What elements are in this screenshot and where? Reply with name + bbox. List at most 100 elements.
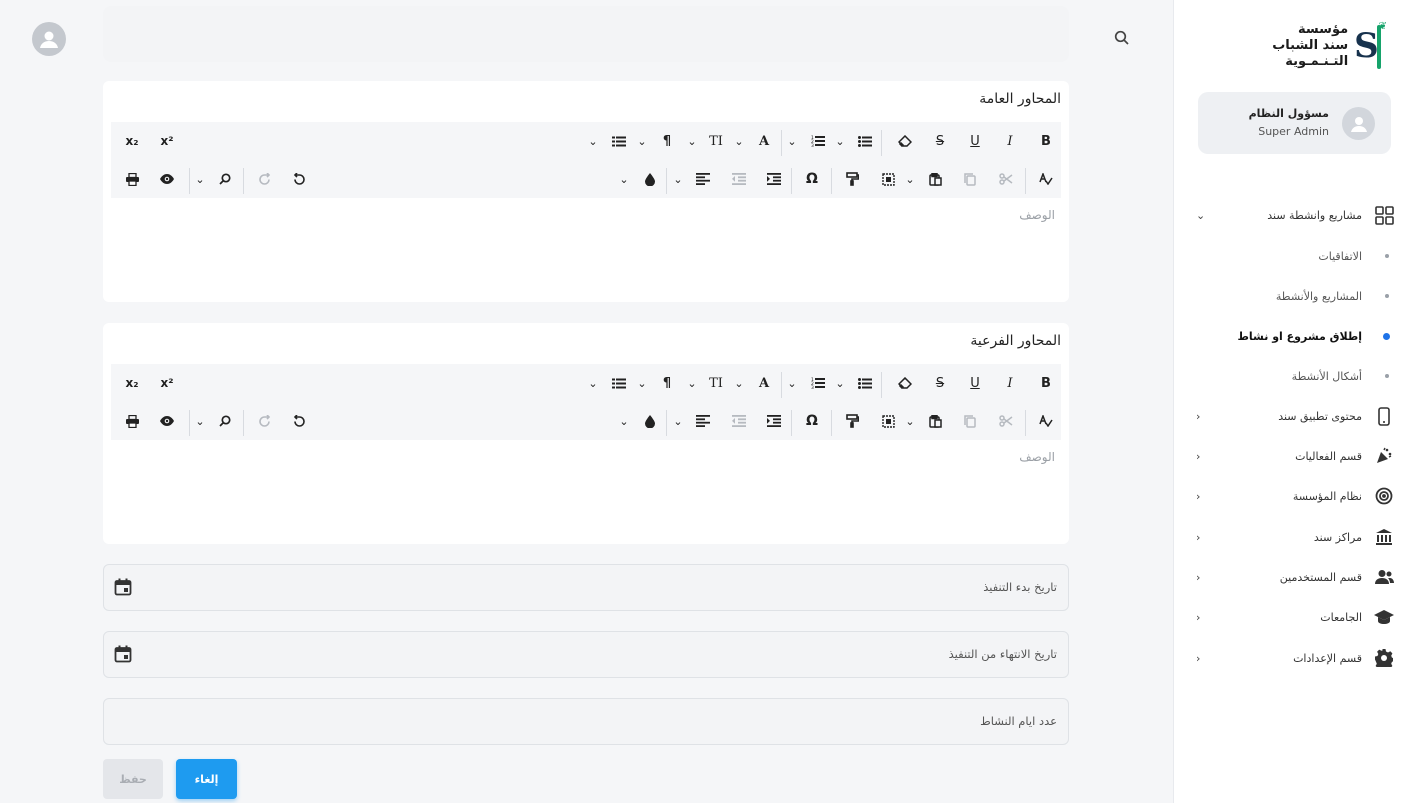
- chevron-down-icon[interactable]: ⌄: [903, 165, 917, 193]
- underline-button[interactable]: U: [964, 369, 986, 397]
- brand-logo[interactable]: مؤسسة سند الشباب التـنـمـوية ❦ S: [1267, 18, 1387, 74]
- sub-item-agreements[interactable]: الاتفاقيات: [1174, 243, 1407, 269]
- paste-icon[interactable]: [924, 165, 946, 193]
- editor-content-area[interactable]: الوصف: [111, 198, 1061, 294]
- find-icon[interactable]: [214, 407, 236, 435]
- chevron-down-icon[interactable]: ⌄: [635, 127, 649, 155]
- special-char-button[interactable]: Ω: [801, 165, 823, 193]
- chevron-down-icon[interactable]: ⌄: [671, 407, 685, 435]
- align-icon[interactable]: [692, 165, 714, 193]
- chevron-down-icon[interactable]: ⌄: [617, 165, 631, 193]
- line-height-icon[interactable]: [608, 369, 630, 397]
- outdent-icon[interactable]: [728, 165, 750, 193]
- spellcheck-icon[interactable]: [1035, 165, 1057, 193]
- format-painter-icon[interactable]: [841, 407, 863, 435]
- paragraph-button[interactable]: ¶: [656, 127, 678, 155]
- subscript-button[interactable]: x₂: [121, 369, 143, 397]
- sub-item-activity-types[interactable]: أشكال الأنشطة: [1174, 363, 1407, 389]
- nav-users[interactable]: قسم المستخدمين ›: [1174, 562, 1407, 592]
- bullet-list-icon[interactable]: [854, 127, 876, 155]
- font-size-button[interactable]: TI: [705, 369, 727, 397]
- chevron-down-icon[interactable]: ⌄: [685, 369, 699, 397]
- cut-icon[interactable]: [995, 165, 1017, 193]
- find-icon[interactable]: [214, 165, 236, 193]
- cut-icon[interactable]: [995, 407, 1017, 435]
- cancel-button[interactable]: إلغاء: [176, 759, 237, 799]
- underline-button[interactable]: U: [964, 127, 986, 155]
- nav-centers[interactable]: مراكز سند ›: [1174, 522, 1407, 552]
- chevron-down-icon[interactable]: ⌄: [635, 369, 649, 397]
- copy-icon[interactable]: [959, 407, 981, 435]
- nav-settings[interactable]: قسم الإعدادات ›: [1174, 643, 1407, 673]
- calendar-icon[interactable]: [114, 578, 132, 596]
- chevron-down-icon[interactable]: ⌄: [586, 127, 600, 155]
- search-icon[interactable]: [1114, 30, 1132, 48]
- select-all-icon[interactable]: [877, 165, 899, 193]
- editor-content-area[interactable]: الوصف: [111, 440, 1061, 536]
- nav-org-system[interactable]: نظام المؤسسة ›: [1174, 481, 1407, 511]
- redo-icon[interactable]: [253, 165, 275, 193]
- nav-events[interactable]: قسم الفعاليات ›: [1174, 441, 1407, 471]
- select-all-icon[interactable]: [877, 407, 899, 435]
- font-family-button[interactable]: A: [753, 127, 775, 155]
- nav-app-content[interactable]: محتوى تطبيق سند ›: [1174, 401, 1407, 431]
- print-icon[interactable]: [121, 407, 143, 435]
- top-search-bar[interactable]: [103, 6, 1069, 62]
- subscript-button[interactable]: x₂: [121, 127, 143, 155]
- nav-universities[interactable]: الجامعات ›: [1174, 602, 1407, 632]
- profile-avatar-icon[interactable]: [32, 22, 66, 56]
- special-char-button[interactable]: Ω: [801, 407, 823, 435]
- chevron-down-icon[interactable]: ⌄: [903, 407, 917, 435]
- sub-item-launch-project[interactable]: إطلاق مشروع او نشاط: [1174, 323, 1407, 349]
- strikethrough-button[interactable]: S: [929, 127, 951, 155]
- save-button[interactable]: حفظ: [103, 759, 163, 799]
- font-size-button[interactable]: TI: [705, 127, 727, 155]
- text-color-icon[interactable]: [639, 165, 661, 193]
- numbered-list-icon[interactable]: 123: [807, 369, 829, 397]
- chevron-down-icon[interactable]: ⌄: [193, 165, 207, 193]
- indent-icon[interactable]: [763, 165, 785, 193]
- preview-eye-icon[interactable]: [156, 165, 178, 193]
- numbered-list-icon[interactable]: 123: [807, 127, 829, 155]
- print-icon[interactable]: [121, 165, 143, 193]
- indent-icon[interactable]: [763, 407, 785, 435]
- line-height-icon[interactable]: [608, 127, 630, 155]
- chevron-down-icon[interactable]: ⌄: [671, 165, 685, 193]
- superscript-button[interactable]: x²: [156, 369, 178, 397]
- text-color-icon[interactable]: [639, 407, 661, 435]
- eraser-icon[interactable]: [894, 127, 916, 155]
- format-painter-icon[interactable]: [841, 165, 863, 193]
- start-date-field[interactable]: تاريخ بدء التنفيذ: [103, 564, 1069, 611]
- undo-icon[interactable]: [288, 407, 310, 435]
- chevron-down-icon[interactable]: ⌄: [586, 369, 600, 397]
- chevron-down-icon[interactable]: ⌄: [785, 369, 799, 397]
- chevron-down-icon[interactable]: ⌄: [685, 127, 699, 155]
- preview-eye-icon[interactable]: [156, 407, 178, 435]
- redo-icon[interactable]: [253, 407, 275, 435]
- italic-button[interactable]: I: [999, 369, 1021, 397]
- chevron-down-icon[interactable]: ⌄: [732, 369, 746, 397]
- align-icon[interactable]: [692, 407, 714, 435]
- spellcheck-icon[interactable]: [1035, 407, 1057, 435]
- calendar-icon[interactable]: [114, 645, 132, 663]
- chevron-down-icon[interactable]: ⌄: [785, 127, 799, 155]
- copy-icon[interactable]: [959, 165, 981, 193]
- chevron-down-icon[interactable]: ⌄: [193, 407, 207, 435]
- chevron-down-icon[interactable]: ⌄: [732, 127, 746, 155]
- chevron-down-icon[interactable]: ⌄: [833, 127, 847, 155]
- nav-projects-group[interactable]: مشاريع وانشطة سند ⌄: [1174, 200, 1407, 230]
- bold-button[interactable]: B: [1035, 127, 1057, 155]
- italic-button[interactable]: I: [999, 127, 1021, 155]
- chevron-down-icon[interactable]: ⌄: [617, 407, 631, 435]
- paragraph-button[interactable]: ¶: [656, 369, 678, 397]
- undo-icon[interactable]: [288, 165, 310, 193]
- strikethrough-button[interactable]: S: [929, 369, 951, 397]
- font-family-button[interactable]: A: [753, 369, 775, 397]
- user-card[interactable]: مسؤول النظام Super Admin: [1198, 92, 1391, 154]
- superscript-button[interactable]: x²: [156, 127, 178, 155]
- end-date-field[interactable]: تاريخ الانتهاء من التنفيذ: [103, 631, 1069, 678]
- paste-icon[interactable]: [924, 407, 946, 435]
- bullet-list-icon[interactable]: [854, 369, 876, 397]
- bold-button[interactable]: B: [1035, 369, 1057, 397]
- eraser-icon[interactable]: [894, 369, 916, 397]
